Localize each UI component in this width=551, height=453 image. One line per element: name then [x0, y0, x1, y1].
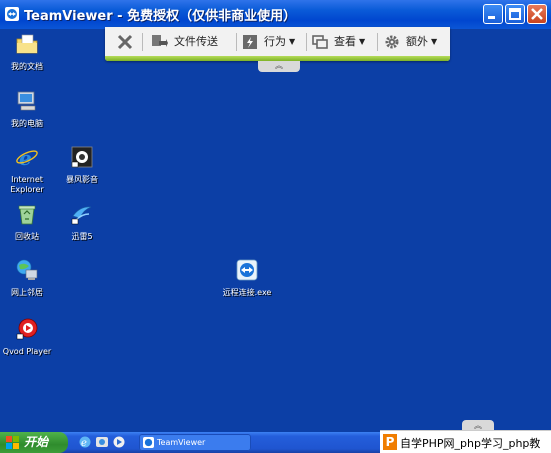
minimize-icon: [488, 16, 495, 19]
recycle-bin-icon: [18, 205, 36, 225]
watermark-text: 自学PHP网_php学习_php教: [400, 437, 541, 450]
quicklaunch-media-icon[interactable]: [95, 435, 109, 449]
desktop-icon-storm-player[interactable]: 暴风影音: [52, 145, 112, 185]
desktop-icon-xunlei[interactable]: 迅雷5: [52, 202, 112, 242]
actions-menu[interactable]: 行为 ▼: [242, 32, 295, 52]
chevron-down-icon: ▼: [289, 37, 296, 46]
close-x-icon: [117, 34, 133, 50]
maximize-icon: [509, 8, 521, 20]
close-session-button[interactable]: [117, 32, 133, 52]
my-documents-icon: [16, 34, 38, 54]
close-icon: [531, 8, 543, 20]
toolbar-separator: [306, 33, 307, 51]
remote-desktop[interactable]: 我的文档 我的电脑 e Internet Explorer 暴风影音 回收站 迅…: [0, 29, 551, 432]
actions-icon: [243, 35, 257, 49]
svg-text:e: e: [19, 146, 32, 169]
desktop-icon-internet-explorer[interactable]: e Internet Explorer: [0, 145, 57, 195]
network-places-icon: [16, 259, 38, 280]
chevron-down-icon: ▼: [359, 37, 366, 46]
desktop-icon-label: 我的电脑: [11, 119, 43, 128]
maximize-button[interactable]: [505, 4, 525, 24]
desktop-icon-label: Internet Explorer: [10, 175, 44, 194]
desktop-icon-qvod-player[interactable]: Qvod Player: [0, 317, 57, 357]
teamviewer-exe-icon: [236, 259, 258, 281]
title-bar[interactable]: TeamViewer - 免费授权（仅供非商业使用）: [0, 0, 551, 29]
desktop-icon-label: 暴风影音: [66, 175, 98, 184]
chevron-up-icon: ︽: [275, 61, 283, 70]
view-menu[interactable]: 查看 ▼: [312, 32, 365, 52]
windows-logo-icon: [6, 436, 19, 449]
view-icon: [312, 35, 328, 49]
teamviewer-toolbar: 文件传送 行为 ▼ 查看 ▼ 额外 ▼: [105, 27, 450, 61]
chevron-down-icon: ▼: [431, 37, 438, 46]
desktop-icon-label: 远程连接.exe: [222, 288, 272, 297]
view-label: 查看: [334, 35, 356, 48]
desktop-icon-recycle-bin[interactable]: 回收站: [0, 202, 57, 242]
svg-text:e: e: [81, 438, 87, 449]
gear-icon: [385, 35, 399, 49]
file-transfer-button[interactable]: 文件传送: [150, 32, 218, 52]
toolbar-separator: [142, 33, 143, 51]
extras-menu[interactable]: 额外 ▼: [384, 32, 437, 52]
desktop-icon-label: 网上邻居: [11, 288, 43, 297]
internet-explorer-icon: e: [16, 146, 38, 170]
desktop-icon-my-documents[interactable]: 我的文档: [0, 32, 57, 72]
file-transfer-icon: [152, 35, 168, 47]
toolbar-collapse-tab[interactable]: ︽: [258, 61, 300, 72]
toolbar-separator: [377, 33, 378, 51]
taskbar-button-label: TeamViewer: [157, 438, 206, 447]
minimize-button[interactable]: [483, 4, 503, 24]
desktop-icon-my-computer[interactable]: 我的电脑: [0, 89, 57, 129]
extras-label: 额外: [406, 35, 428, 48]
quicklaunch-player-icon[interactable]: [112, 435, 126, 449]
actions-label: 行为: [264, 35, 286, 48]
desktop-icon-label: Qvod Player: [2, 347, 52, 356]
teamviewer-app-icon: [5, 7, 19, 21]
desktop-icon-label: 回收站: [15, 232, 39, 241]
storm-player-icon: [71, 146, 93, 168]
file-transfer-label: 文件传送: [174, 35, 218, 48]
taskbar-button-teamviewer[interactable]: TeamViewer: [139, 434, 251, 451]
qvod-player-icon: [16, 318, 38, 340]
teamviewer-app-icon: [143, 437, 154, 448]
watermark-logo: P: [383, 434, 397, 450]
toolbar-separator: [236, 33, 237, 51]
desktop-icon-network-places[interactable]: 网上邻居: [0, 258, 57, 298]
close-button[interactable]: [527, 4, 547, 24]
xunlei-icon: [71, 206, 92, 225]
start-button[interactable]: 开始: [0, 432, 68, 453]
desktop-icon-label: 迅雷5: [71, 232, 93, 241]
chevron-up-icon: ︽: [474, 421, 482, 430]
watermark-banner: P 自学PHP网_php学习_php教: [380, 430, 551, 453]
my-computer-icon: [17, 91, 36, 111]
window-title: TeamViewer - 免费授权（仅供非商业使用）: [24, 9, 297, 24]
quicklaunch-ie-icon[interactable]: e: [78, 435, 92, 449]
teamviewer-window: TeamViewer - 免费授权（仅供非商业使用） 我的文档 我的电脑 e I…: [0, 0, 551, 453]
desktop-icon-label: 我的文档: [11, 62, 43, 71]
desktop-icon-remote-connection[interactable]: 远程连接.exe: [215, 258, 279, 298]
start-label: 开始: [24, 435, 49, 449]
